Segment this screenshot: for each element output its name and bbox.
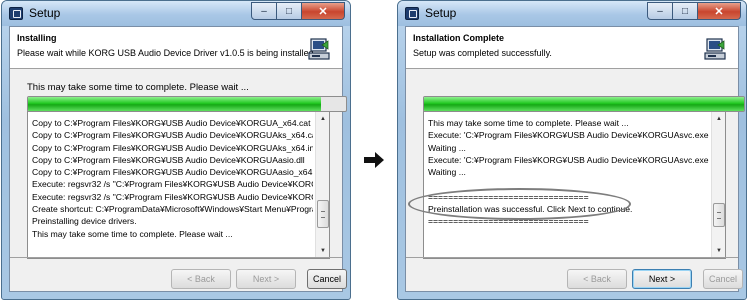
page-subtitle: Please wait while KORG USB Audio Device … (17, 48, 317, 58)
scroll-up-icon[interactable]: ▲ (317, 113, 329, 125)
log-line: Execute: 'C:¥Program Files¥KORG¥USB Audi… (428, 154, 709, 165)
window-controls: – □ ✕ (647, 2, 741, 20)
log-scrollbar[interactable]: ▲ ▼ (315, 112, 329, 258)
page-title: Installation Complete (413, 33, 505, 43)
install-progress-bar (27, 96, 347, 112)
log-line: Waiting ... (428, 167, 466, 178)
log-line: Execute: regsvr32 /s "C:¥Program Files¥K… (32, 179, 313, 190)
close-button[interactable]: ✕ (698, 2, 741, 20)
page-header: Installing Please wait while KORG USB Au… (10, 27, 342, 69)
install-log[interactable]: This may take some time to complete. Ple… (423, 111, 726, 259)
setup-app-icon[interactable] (9, 7, 23, 20)
install-log[interactable]: Copy to C:¥Program Files¥KORG¥USB Audio … (27, 111, 330, 259)
back-button[interactable]: < Back (567, 269, 627, 289)
log-line: This may take some time to complete. Ple… (428, 118, 629, 128)
title-bar[interactable]: Setup – □ ✕ (2, 1, 350, 26)
right-arrow-icon (364, 152, 384, 168)
setup-app-icon[interactable] (405, 7, 419, 20)
log-line: Waiting ... (428, 142, 466, 153)
footer-divider (406, 257, 738, 258)
page-header: Installation Complete Setup was complete… (406, 27, 738, 69)
success-highlight-ellipse (408, 188, 631, 220)
window-title: Setup (29, 6, 61, 20)
minimize-button[interactable]: – (251, 2, 277, 20)
log-line: This may take some time to complete. Ple… (32, 228, 233, 239)
progress-fill (424, 97, 744, 111)
status-text: This may take some time to complete. Ple… (27, 82, 249, 93)
dialog-client-area: Installation Complete Setup was complete… (405, 26, 745, 292)
setup-window-installing: Setup – □ ✕ Installing Please wait while… (1, 0, 351, 300)
title-bar[interactable]: Setup – □ ✕ (398, 1, 746, 26)
log-line: Create shortcut: C:¥ProgramData¥Microsof… (32, 204, 313, 215)
next-button[interactable]: Next > (632, 269, 692, 289)
back-button[interactable]: < Back (171, 269, 231, 289)
log-line: Execute: 'C:¥Program Files¥KORG¥USB Audi… (428, 130, 709, 141)
maximize-button[interactable]: □ (673, 2, 698, 20)
log-line: Copy to C:¥Program Files¥KORG¥USB Audio … (32, 167, 313, 178)
log-lines: Copy to C:¥Program Files¥KORG¥USB Audio … (32, 117, 313, 240)
cancel-button[interactable]: Cancel (307, 269, 347, 289)
minimize-button[interactable]: – (647, 2, 673, 20)
scroll-down-icon[interactable]: ▼ (317, 245, 329, 257)
scroll-thumb[interactable] (713, 203, 725, 228)
close-button[interactable]: ✕ (302, 2, 345, 20)
window-title: Setup (425, 6, 457, 20)
install-progress-bar (423, 96, 745, 112)
installer-computer-icon (308, 38, 330, 60)
scroll-down-icon[interactable]: ▼ (713, 245, 725, 257)
page-title: Installing (17, 33, 57, 43)
window-controls: – □ ✕ (251, 2, 345, 20)
progress-fill (28, 97, 321, 111)
next-button[interactable]: Next > (236, 269, 296, 289)
maximize-button[interactable]: □ (277, 2, 302, 20)
cancel-button[interactable]: Cancel (703, 269, 743, 289)
installer-computer-icon (704, 38, 726, 60)
scroll-thumb[interactable] (317, 199, 329, 228)
dialog-client-area: Installing Please wait while KORG USB Au… (9, 26, 347, 292)
page-subtitle: Setup was completed successfully. (413, 48, 552, 58)
log-line: Copy to C:¥Program Files¥KORG¥USB Audio … (32, 130, 313, 141)
log-line: Copy to C:¥Program Files¥KORG¥USB Audio … (32, 142, 313, 153)
scroll-up-icon[interactable]: ▲ (713, 113, 725, 125)
log-scrollbar[interactable]: ▲ ▼ (711, 112, 725, 258)
setup-window-complete: Setup – □ ✕ Installation Complete Setup … (397, 0, 747, 300)
log-line: Execute: regsvr32 /s "C:¥Program Files¥K… (32, 191, 313, 202)
log-line: Copy to C:¥Program Files¥KORG¥USB Audio … (32, 154, 305, 165)
log-line: Preinstalling device drivers. (32, 216, 137, 227)
footer-divider (10, 257, 342, 258)
log-line: Copy to C:¥Program Files¥KORG¥USB Audio … (32, 118, 311, 128)
